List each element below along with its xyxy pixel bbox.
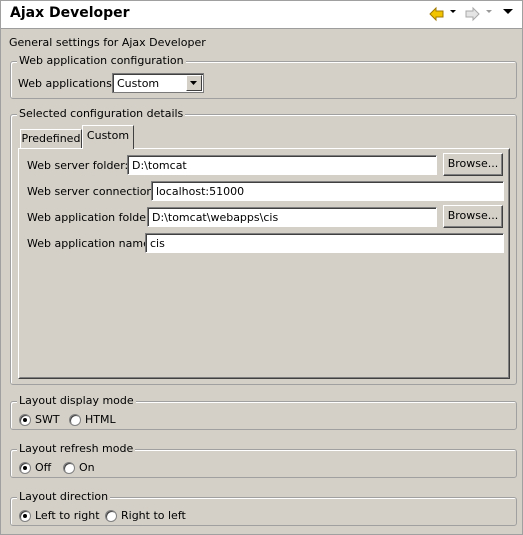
group-legend: Layout refresh mode bbox=[17, 442, 136, 455]
page-title: Ajax Developer bbox=[10, 5, 130, 21]
view-menu-icon[interactable] bbox=[503, 9, 513, 25]
input-value: cis bbox=[150, 237, 165, 250]
input-value: D:\tomcat\webapps\cis bbox=[152, 211, 279, 224]
direction-group: Layout direction Left to right Right to … bbox=[10, 490, 517, 526]
server-connection-label: Web server connection: bbox=[27, 185, 158, 198]
combo-value: Custom bbox=[117, 77, 160, 90]
forward-menu-icon[interactable] bbox=[486, 10, 492, 26]
tab-content-panel: Web server folder: D:\tomcat Browse... W… bbox=[18, 148, 510, 379]
radio-swt[interactable]: SWT bbox=[19, 413, 69, 428]
server-folder-label: Web server folder: bbox=[27, 159, 129, 172]
radio-label: On bbox=[79, 461, 95, 474]
chevron-down-icon[interactable] bbox=[186, 75, 202, 91]
browse-app-folder-button[interactable]: Browse... bbox=[443, 205, 503, 228]
server-connection-input[interactable]: localhost:51000 bbox=[151, 181, 504, 201]
radio-label: HTML bbox=[85, 413, 116, 426]
app-folder-label: Web application folder: bbox=[27, 211, 155, 224]
radio-html[interactable]: HTML bbox=[69, 413, 129, 428]
radio-left-to-right[interactable]: Left to right bbox=[19, 509, 105, 524]
web-app-config-group: Web application configuration Web applic… bbox=[10, 54, 517, 99]
group-legend: Web application configuration bbox=[17, 54, 186, 67]
group-legend: Selected configuration details bbox=[17, 107, 186, 120]
group-legend: Layout display mode bbox=[17, 394, 136, 407]
radio-right-to-left[interactable]: Right to left bbox=[105, 509, 195, 524]
radio-label: Off bbox=[35, 461, 52, 474]
refresh-mode-group: Layout refresh mode Off On bbox=[10, 442, 517, 478]
radio-label: Left to right bbox=[35, 509, 100, 522]
radio-off[interactable]: Off bbox=[19, 461, 63, 476]
display-mode-group: Layout display mode SWT HTML bbox=[10, 394, 517, 430]
radio-label: SWT bbox=[35, 413, 60, 426]
group-legend: Layout direction bbox=[17, 490, 111, 503]
browse-server-folder-button[interactable]: Browse... bbox=[443, 153, 503, 176]
app-name-label: Web application name: bbox=[27, 237, 154, 250]
input-value: D:\tomcat bbox=[132, 159, 187, 172]
input-value: localhost:51000 bbox=[156, 185, 245, 198]
page-header: Ajax Developer bbox=[1, 1, 522, 28]
app-folder-input[interactable]: D:\tomcat\webapps\cis bbox=[147, 207, 437, 227]
page-description: General settings for Ajax Developer bbox=[9, 36, 206, 49]
config-details-group: Selected configuration details Web serve… bbox=[10, 107, 517, 385]
web-applications-combo[interactable]: Custom bbox=[112, 73, 204, 93]
web-applications-label: Web applications: bbox=[18, 77, 116, 90]
back-menu-icon[interactable] bbox=[450, 10, 456, 26]
server-folder-input[interactable]: D:\tomcat bbox=[127, 155, 437, 175]
back-icon[interactable] bbox=[429, 6, 445, 22]
tab-custom[interactable]: Custom bbox=[82, 125, 134, 149]
tab-predefined[interactable]: Predefined bbox=[20, 129, 82, 148]
header-divider bbox=[1, 28, 522, 29]
forward-icon[interactable] bbox=[464, 6, 480, 22]
radio-on[interactable]: On bbox=[63, 461, 103, 476]
radio-label: Right to left bbox=[121, 509, 186, 522]
app-name-input[interactable]: cis bbox=[145, 233, 504, 253]
